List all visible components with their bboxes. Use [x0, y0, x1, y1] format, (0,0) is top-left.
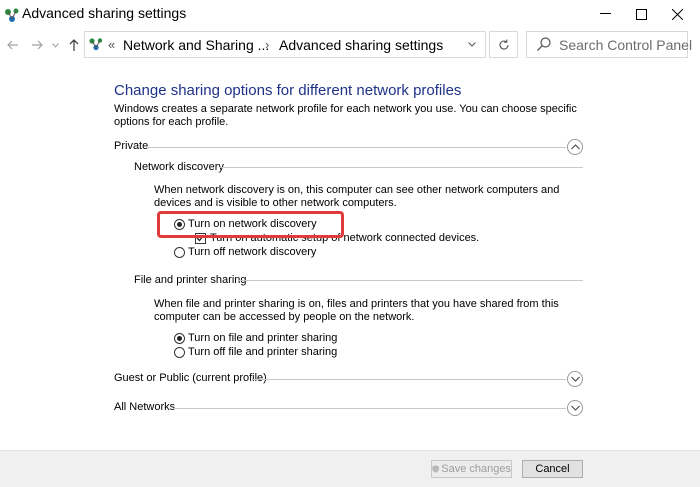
page-description: Windows creates a separate network profi…	[114, 103, 577, 128]
search-icon	[537, 37, 551, 51]
collapse-private-button[interactable]	[567, 139, 583, 155]
close-icon	[671, 8, 683, 20]
back-arrow-icon	[7, 40, 18, 50]
up-arrow-icon	[69, 39, 79, 51]
network-discovery-label: Network discovery	[134, 161, 224, 173]
highlight-annotation	[157, 211, 344, 238]
refresh-button[interactable]	[489, 31, 518, 58]
option-label: Turn off file and printer sharing	[188, 346, 338, 358]
network-icon	[89, 38, 103, 51]
divider	[238, 280, 583, 281]
up-button[interactable]	[65, 37, 83, 53]
expand-all-networks-button[interactable]	[567, 400, 583, 416]
network-icon	[5, 8, 19, 22]
window-title: Advanced sharing settings	[22, 5, 187, 21]
divider	[252, 379, 566, 380]
section-guest-public-label[interactable]: Guest or Public (current profile)	[114, 372, 267, 384]
file-printer-sharing-description: When file and printer sharing is on, fil…	[154, 298, 559, 323]
recent-locations-button[interactable]	[49, 37, 61, 53]
option-label: Turn on file and printer sharing	[188, 332, 338, 344]
save-label: Save changes	[441, 463, 511, 475]
breadcrumb-separator[interactable]: ›	[265, 37, 269, 52]
minimize-icon	[599, 13, 611, 14]
chevron-down-icon	[570, 376, 580, 382]
back-button[interactable]	[4, 37, 22, 53]
breadcrumb-overflow[interactable]: «	[108, 37, 115, 52]
radio-unselected[interactable]	[174, 246, 185, 258]
chevron-up-icon	[570, 144, 580, 150]
radio-selected[interactable]	[174, 332, 185, 344]
radio-turn-off-network-discovery[interactable]: Turn off network discovery	[174, 246, 316, 258]
chevron-down-icon	[51, 42, 59, 48]
chevron-down-icon	[570, 405, 580, 411]
search-placeholder[interactable]: Search Control Panel	[559, 37, 692, 53]
section-all-networks-label[interactable]: All Networks	[114, 401, 175, 413]
divider	[173, 408, 566, 409]
divider	[148, 147, 566, 148]
forward-button[interactable]	[28, 37, 46, 53]
radio-turn-on-file-printer-sharing[interactable]: Turn on file and printer sharing	[174, 332, 337, 344]
radio-unselected[interactable]	[174, 346, 185, 358]
refresh-icon	[499, 39, 509, 50]
section-private-label[interactable]: Private	[114, 140, 148, 152]
breadcrumb-advanced-sharing[interactable]: Advanced sharing settings	[279, 37, 443, 53]
forward-arrow-icon	[32, 40, 43, 50]
maximize-icon	[635, 8, 647, 20]
footer-bar	[0, 450, 700, 487]
file-printer-sharing-label: File and printer sharing	[134, 274, 247, 286]
address-dropdown-button[interactable]	[461, 33, 483, 55]
breadcrumb-network-and-sharing[interactable]: Network and Sharing ...	[123, 37, 269, 53]
cancel-label: Cancel	[535, 463, 570, 475]
expand-guest-public-button[interactable]	[567, 371, 583, 387]
save-changes-button[interactable]: Save changes	[431, 460, 512, 478]
uac-shield-icon	[432, 465, 439, 473]
radio-turn-off-file-printer-sharing[interactable]: Turn off file and printer sharing	[174, 346, 337, 358]
close-button[interactable]	[654, 0, 700, 28]
page-title: Change sharing options for different net…	[114, 82, 462, 99]
cancel-button[interactable]: Cancel	[522, 460, 583, 478]
network-discovery-description: When network discovery is on, this compu…	[154, 184, 560, 209]
divider	[219, 167, 583, 168]
chevron-down-icon	[468, 41, 476, 47]
option-label: Turn off network discovery	[188, 246, 317, 258]
